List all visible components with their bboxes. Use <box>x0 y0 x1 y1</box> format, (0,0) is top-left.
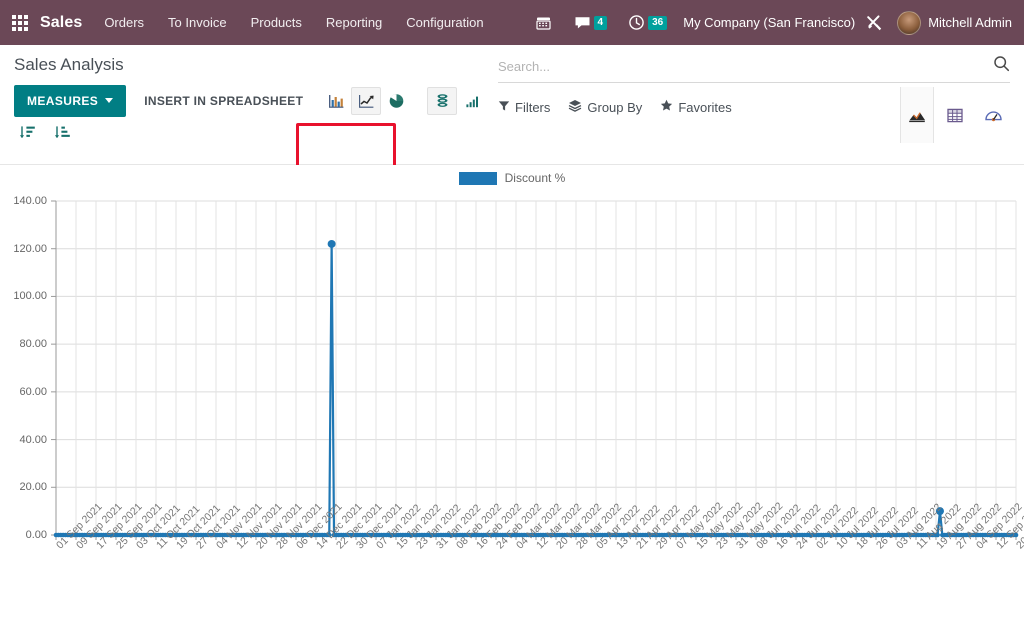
search-bar[interactable] <box>498 55 1010 83</box>
y-axis-tick-label: 0.00 <box>0 529 47 541</box>
messages-icon[interactable]: 4 <box>573 13 608 32</box>
control-panel-left: Sales Analysis MEASURES INSERT IN SPREAD… <box>14 55 514 142</box>
measures-button[interactable]: MEASURES <box>14 85 126 117</box>
stacked-icon[interactable] <box>427 87 457 115</box>
search-input[interactable] <box>498 59 993 74</box>
line-chart-plot[interactable]: 0.00 20.00 40.00 60.00 80.00 100.00 120.00 140.… <box>0 193 1024 629</box>
pie-chart-icon[interactable] <box>381 87 411 115</box>
y-axis-tick-label: 120.00 <box>0 243 47 255</box>
clock-icon[interactable]: 36 <box>627 13 667 32</box>
nav-item-reporting[interactable]: Reporting <box>326 15 382 30</box>
control-panel: Sales Analysis MEASURES INSERT IN SPREAD… <box>0 45 1024 165</box>
phone-icon[interactable] <box>534 13 553 32</box>
nav-item-configuration[interactable]: Configuration <box>406 15 483 30</box>
y-axis-tick-label: 60.00 <box>0 386 47 398</box>
nav-item-products[interactable]: Products <box>251 15 302 30</box>
funnel-icon <box>498 100 510 115</box>
activities-count-badge: 36 <box>648 16 667 30</box>
control-panel-right: Filters Group By Favorites <box>498 55 1010 115</box>
filters-label: Filters <box>515 100 550 115</box>
y-axis-tick-label: 100.00 <box>0 290 47 302</box>
sort-ascending-icon[interactable] <box>53 123 72 142</box>
view-switcher <box>900 87 1010 143</box>
chart-area: Discount % 0.00 20.00 40.00 60.00 80.00 100.0… <box>0 165 1024 629</box>
page-title: Sales Analysis <box>14 55 514 75</box>
line-chart-icon[interactable] <box>351 87 381 115</box>
y-axis-tick-label: 140.00 <box>0 195 47 207</box>
legend-label: Discount % <box>505 171 566 185</box>
group-by-label: Group By <box>587 100 642 115</box>
filters-dropdown[interactable]: Filters <box>498 100 550 115</box>
username-label[interactable]: Mitchell Admin <box>928 15 1012 30</box>
bar-chart-icon[interactable] <box>321 87 351 115</box>
nav-item-to-invoice[interactable]: To Invoice <box>168 15 227 30</box>
legend-swatch <box>459 172 497 185</box>
nav-item-orders[interactable]: Orders <box>104 15 144 30</box>
top-navbar: Sales Orders To Invoice Products Reporti… <box>0 0 1024 45</box>
chart-legend: Discount % <box>0 171 1024 185</box>
chevron-down-icon <box>105 98 113 103</box>
apps-grid-icon[interactable] <box>12 15 28 31</box>
insert-in-spreadsheet-button[interactable]: INSERT IN SPREADSHEET <box>132 85 315 117</box>
favorites-dropdown[interactable]: Favorites <box>660 99 731 115</box>
group-by-dropdown[interactable]: Group By <box>568 99 642 115</box>
tools-icon[interactable] <box>865 13 885 33</box>
star-icon <box>660 99 673 115</box>
dashboard-view-icon[interactable] <box>976 87 1010 143</box>
y-axis-tick-label: 20.00 <box>0 481 47 493</box>
y-axis-tick-label: 40.00 <box>0 434 47 446</box>
user-avatar[interactable] <box>897 11 921 35</box>
measures-button-label: MEASURES <box>27 94 98 108</box>
action-button-row: MEASURES INSERT IN SPREADSHEET <box>14 84 514 117</box>
graph-view-icon[interactable] <box>900 87 934 143</box>
chart-svg <box>0 193 1024 629</box>
y-axis-tick-label: 80.00 <box>0 338 47 350</box>
company-selector[interactable]: My Company (San Francisco) <box>683 15 855 30</box>
app-brand-sales[interactable]: Sales <box>40 14 82 32</box>
sort-button-row <box>14 123 514 142</box>
chart-options-group <box>427 87 487 115</box>
sort-descending-icon[interactable] <box>18 123 37 142</box>
layers-icon <box>568 99 582 115</box>
pivot-view-icon[interactable] <box>938 87 972 143</box>
messages-count-badge: 4 <box>594 16 608 30</box>
chart-type-group <box>321 87 411 115</box>
navbar-right: 4 36 My Company (San Francisco) Mitchell… <box>534 11 1012 35</box>
search-icon[interactable] <box>993 55 1010 77</box>
favorites-label: Favorites <box>678 100 731 115</box>
ascending-icon[interactable] <box>457 87 487 115</box>
